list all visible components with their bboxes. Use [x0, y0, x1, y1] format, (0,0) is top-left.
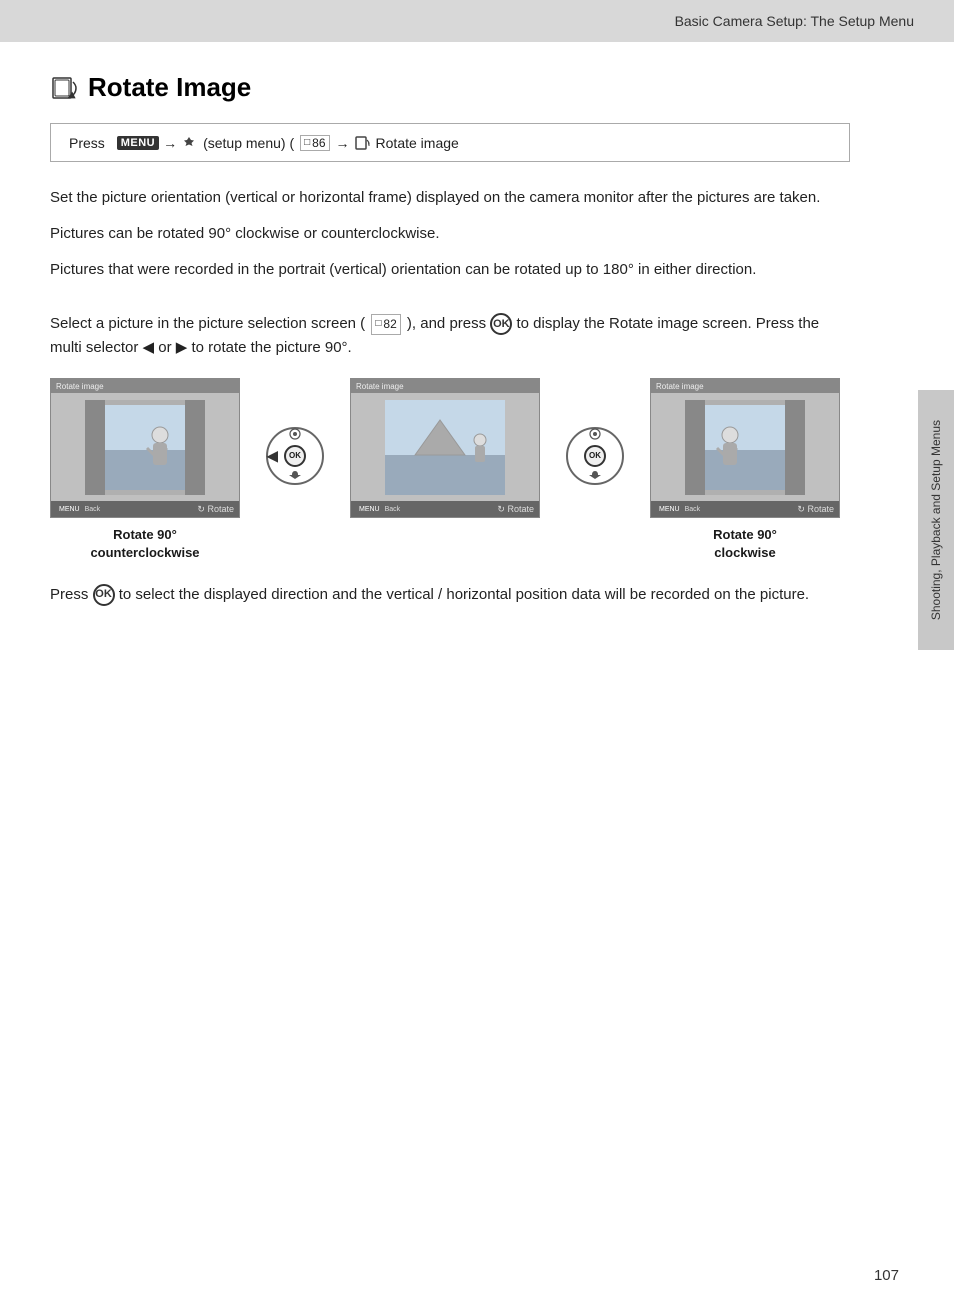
select-ref-box: □ 82 — [371, 314, 400, 335]
dpad-bottom — [289, 469, 301, 484]
setup-label: (setup menu) ( — [203, 135, 294, 151]
select-ref-num: 82 — [383, 315, 396, 334]
select-para: Select a picture in the picture selectio… — [50, 312, 850, 360]
bottom-press: Press — [50, 586, 88, 603]
body-para2: Pictures can be rotated 90° clockwise or… — [50, 222, 850, 246]
sidebar-text: Shooting, Playback and Setup Menus — [928, 420, 945, 620]
right-image-group: Rotate image — [650, 378, 840, 562]
right-caption: Rotate 90° clockwise — [713, 526, 777, 562]
main-content: Rotate Image Press MENU → (setup menu) (… — [0, 42, 900, 647]
dpad-ok: OK — [284, 445, 306, 467]
select-intro: Select a picture in the picture selectio… — [50, 315, 365, 332]
dpad-timer-top — [289, 428, 301, 443]
left-dpad: ◀ OK — [265, 426, 325, 486]
section-title: Rotate Image — [50, 72, 850, 103]
middle-image-group: Rotate image MENU — [350, 378, 540, 558]
bottom-end: to select the displayed direction and th… — [119, 586, 809, 603]
middle-back-btn: MENU Back — [356, 506, 400, 513]
right-dpad: OK — [565, 426, 625, 486]
rotate-image-icon — [50, 74, 78, 102]
right-back-btn: MENU Back — [656, 506, 700, 513]
left-dpad-container: ◀ OK — [260, 378, 330, 533]
dpad-bottom2 — [589, 469, 601, 484]
left-screen-label: Rotate image — [56, 382, 104, 391]
left-back-btn: MENU Back — [56, 506, 100, 513]
page-header: Basic Camera Setup: The Setup Menu — [0, 0, 954, 42]
left-screen: Rotate image — [50, 378, 240, 518]
right-screen: Rotate image — [650, 378, 840, 518]
arrow1: → — [163, 135, 177, 151]
select-ref-icon: □ — [375, 316, 381, 332]
dpad-left-arrow: ◀ — [267, 447, 278, 464]
ok-button-bottom: OK — [93, 584, 115, 606]
body-para1: Set the picture orientation (vertical or… — [50, 186, 850, 210]
press-label: Press — [69, 135, 105, 151]
images-row: Rotate image — [50, 378, 850, 562]
middle-screen-label: Rotate image — [356, 382, 404, 391]
body-para3: Pictures that were recorded in the portr… — [50, 258, 850, 282]
middle-screen-image — [385, 400, 505, 495]
sidebar: Shooting, Playback and Setup Menus — [918, 390, 954, 650]
body-text-group: Set the picture orientation (vertical or… — [50, 186, 850, 282]
left-caption: Rotate 90° counterclockwise — [90, 526, 199, 562]
left-screen-image — [85, 400, 205, 495]
page-ref-box: □ 86 — [300, 135, 329, 151]
left-image-group: Rotate image — [50, 378, 240, 562]
left-rotate-btn: ↻ Rotate — [197, 504, 234, 515]
rotate-icon-inline — [354, 134, 372, 151]
arrow2: → — [336, 135, 350, 151]
right-rotate-btn: ↻ Rotate — [797, 504, 834, 515]
page-ref-icon: □ — [304, 137, 310, 148]
page-title: Rotate Image — [88, 72, 251, 103]
page-ref-num: 86 — [312, 136, 325, 150]
right-screen-label: Rotate image — [656, 382, 704, 391]
dpad-ok2: OK — [584, 445, 606, 467]
middle-screen: Rotate image MENU — [350, 378, 540, 518]
setup-sym — [181, 134, 199, 151]
ok-button-inline: OK — [490, 313, 512, 335]
right-dpad-container: OK — [560, 378, 630, 533]
header-title: Basic Camera Setup: The Setup Menu — [675, 13, 914, 29]
page-number: 107 — [874, 1267, 899, 1284]
right-screen-image — [685, 400, 805, 495]
dpad-timer-top2 — [589, 428, 601, 443]
select-mid: ), and press — [407, 315, 486, 332]
instruction-box: Press MENU → (setup menu) ( □ 86 → Rotat… — [50, 123, 850, 162]
menu-key: MENU — [117, 136, 159, 150]
bottom-para: Press OK to select the displayed directi… — [50, 583, 850, 607]
instruction-target: Rotate image — [376, 135, 459, 151]
middle-rotate-btn: ↻ Rotate — [497, 504, 534, 515]
